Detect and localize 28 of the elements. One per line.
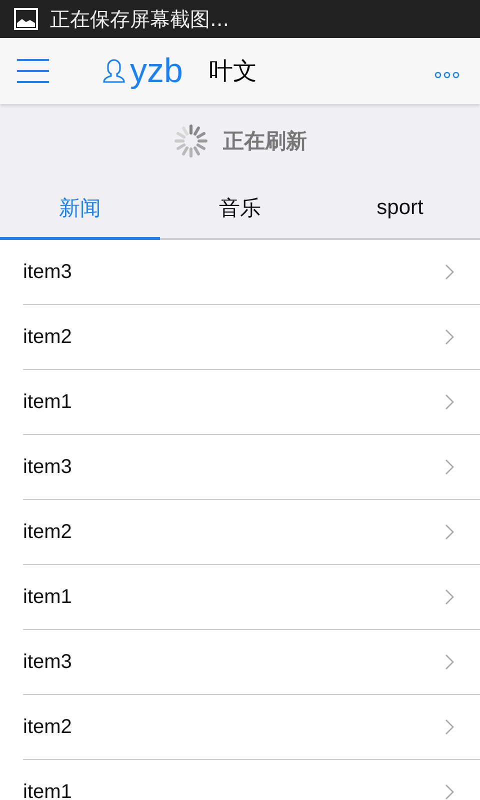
refresh-status: 正在刷新 <box>223 128 307 155</box>
tab[interactable]: sport <box>320 178 480 240</box>
notification-text: 正在保存屏幕截图... <box>50 6 230 32</box>
picture-icon <box>14 8 38 30</box>
chevron-icon <box>445 524 454 540</box>
list-item[interactable]: item1 <box>23 586 445 608</box>
tab[interactable]: 音乐 <box>160 178 320 240</box>
page-title: 叶文 <box>208 56 257 87</box>
list-item[interactable]: item3 <box>23 260 445 284</box>
spinner-icon <box>173 123 209 159</box>
chevron-icon <box>445 329 454 345</box>
list-item[interactable]: item2 <box>23 520 445 544</box>
user-link[interactable]: yzb <box>102 52 183 90</box>
list-item[interactable]: item3 <box>23 456 445 478</box>
chevron-icon <box>445 719 454 735</box>
list-item[interactable]: item1 <box>23 780 445 800</box>
list-item[interactable]: item2 <box>23 716 445 738</box>
list-item[interactable]: item3 <box>23 650 445 674</box>
chevron-icon <box>445 264 454 280</box>
chevron-icon <box>445 784 454 800</box>
chevron-icon <box>445 589 454 605</box>
chevron-icon <box>445 654 454 670</box>
chevron-icon <box>445 394 454 410</box>
person-icon <box>102 58 126 84</box>
list-item[interactable]: item1 <box>23 390 445 414</box>
chevron-icon <box>445 459 454 475</box>
list-item[interactable]: item2 <box>23 326 445 348</box>
menu-icon[interactable] <box>16 58 50 84</box>
